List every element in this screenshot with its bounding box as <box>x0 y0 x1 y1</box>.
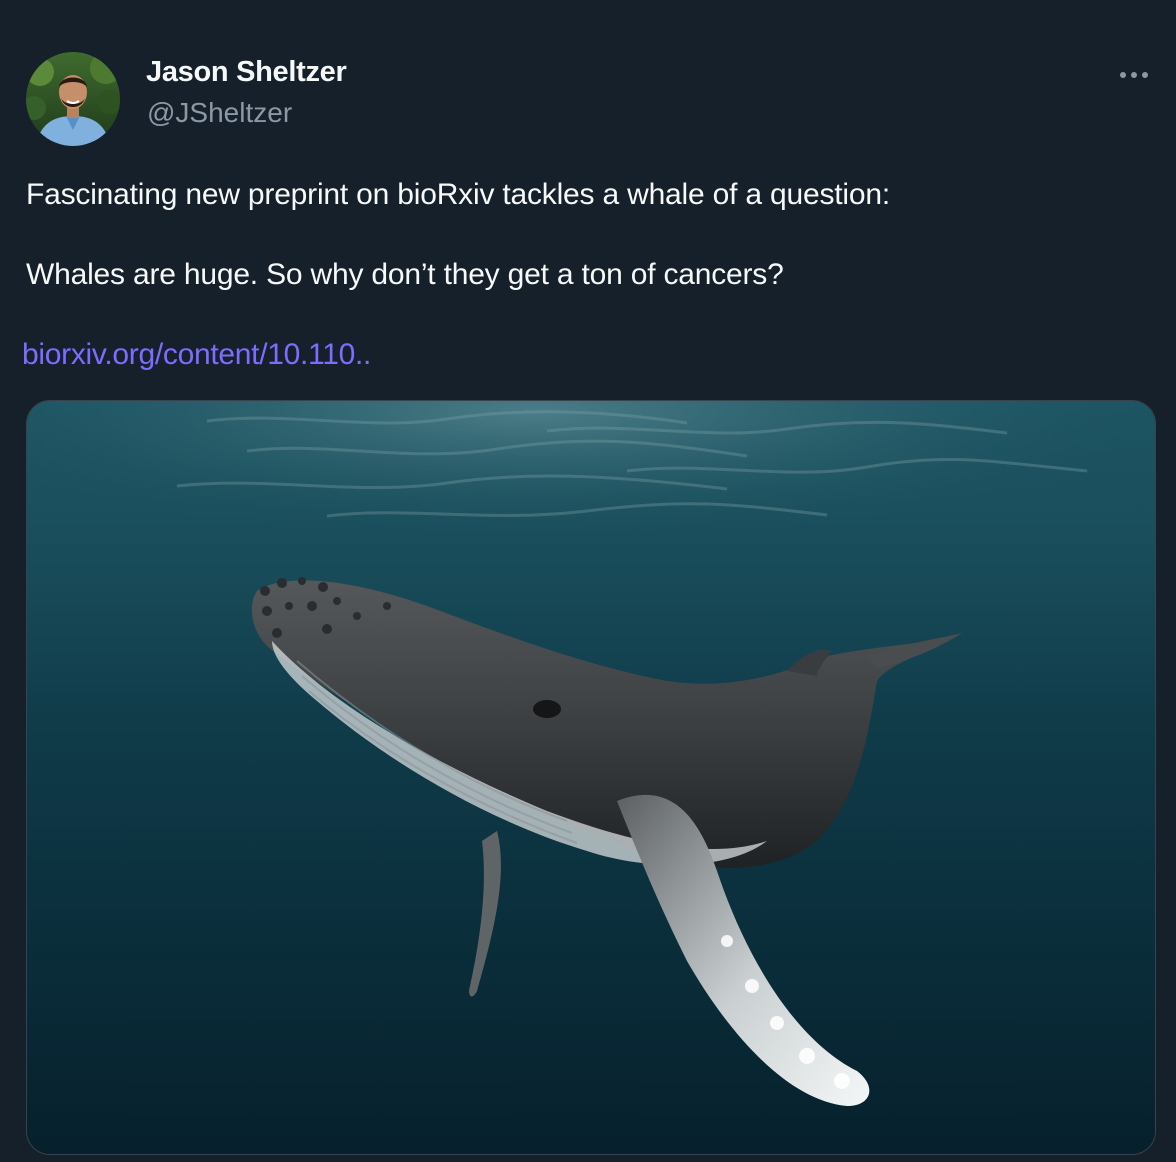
avatar-photo-icon <box>26 52 120 146</box>
author-avatar[interactable] <box>26 52 120 146</box>
more-options-button[interactable] <box>1112 58 1156 92</box>
humpback-whale-photo <box>27 401 1155 1154</box>
author-display-name[interactable]: Jason Sheltzer <box>146 56 347 89</box>
more-horizontal-icon <box>1120 72 1148 78</box>
tweet-card[interactable]: Jason Sheltzer @JSheltzer Fascinating ne… <box>0 0 1176 1162</box>
tweet-text-line-1: Fascinating new preprint on bioRxiv tack… <box>26 178 890 211</box>
author-handle[interactable]: @JSheltzer <box>147 97 292 129</box>
tweet-text-line-2: Whales are huge. So why don’t they get a… <box>26 258 784 291</box>
tweet-media-image[interactable] <box>26 400 1156 1155</box>
preprint-link[interactable]: biorxiv.org/content/10.110.. <box>22 338 371 372</box>
